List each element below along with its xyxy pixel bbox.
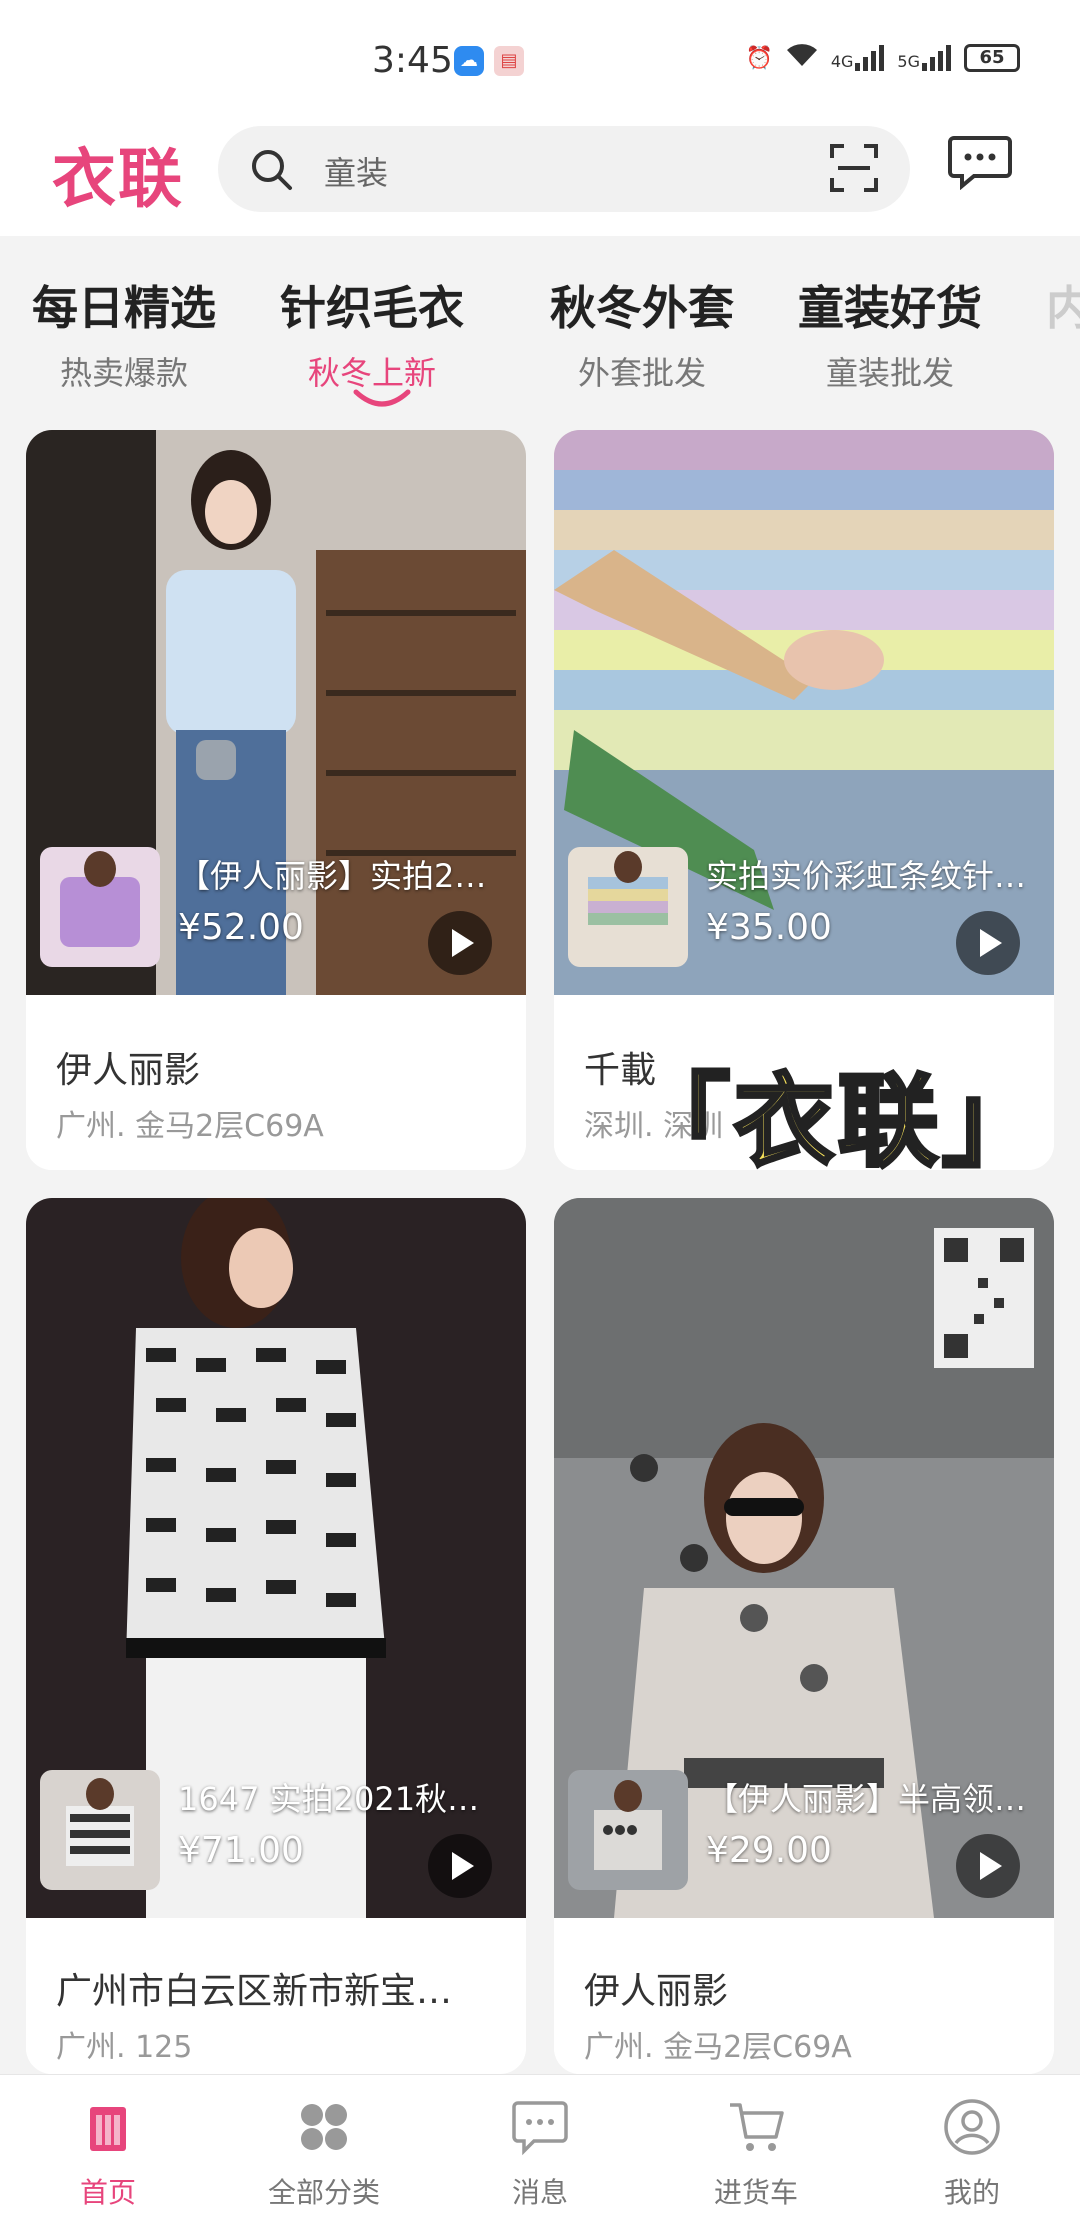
product-price: ¥29.00 <box>706 1830 832 1871</box>
product-thumbnail <box>40 1770 160 1890</box>
category-tabs: 每日精选 热卖爆款 针织毛衣 秋冬上新 秋冬外套 外套批发 童装好货 童装批发 … <box>0 236 1080 426</box>
nav-cart[interactable]: 进货车 <box>666 2097 846 2211</box>
product-card[interactable]: 【伊人丽影】实拍2… ¥52.00 伊人丽影 广州. 金马2层C69A <box>26 430 526 1170</box>
weather-app-icon: ☁ <box>454 46 484 76</box>
tab-title: 童装好货 <box>798 281 982 335</box>
product-card[interactable]: 1647 实拍2021秋针… ¥71.00 广州市白云区新市新宝… 广州. 12… <box>26 1198 526 2074</box>
play-button[interactable] <box>428 1834 492 1898</box>
message-icon[interactable] <box>948 134 1012 190</box>
product-price: ¥71.00 <box>178 1830 304 1871</box>
tab-title: 内 <box>1046 281 1080 335</box>
brand-watermark: 「衣联」 <box>628 1061 1046 1182</box>
message-icon <box>512 2101 568 2156</box>
nav-categories[interactable]: 全部分类 <box>234 2097 414 2211</box>
shop-name: 伊人丽影 <box>584 1971 729 2012</box>
nav-label: 消息 <box>511 2176 568 2209</box>
product-title: 1647 实拍2021秋针… <box>178 1780 498 1818</box>
play-button[interactable] <box>956 911 1020 975</box>
search-placeholder: 童装 <box>324 154 389 192</box>
bottom-navigation: 首页 全部分类 消息 进货车 我的 <box>0 2074 1080 2228</box>
tab-winter-coats[interactable]: 秋冬外套 外套批发 <box>550 272 734 394</box>
nav-messages[interactable]: 消息 <box>450 2097 630 2211</box>
status-indicators: ⏰ 4G 5G 65 <box>745 42 1020 74</box>
status-time: 3:45 <box>372 40 453 81</box>
app-header: 衣联 童装 <box>0 110 1080 236</box>
network-label-1: 4G <box>830 52 854 71</box>
play-icon <box>980 929 1002 957</box>
shop-location: 广州. 125 <box>56 2030 193 2065</box>
nav-profile[interactable]: 我的 <box>882 2097 1062 2211</box>
category-icon <box>301 2104 347 2150</box>
tab-knitwear[interactable]: 针织毛衣 秋冬上新 <box>280 272 464 394</box>
play-button[interactable] <box>956 1834 1020 1898</box>
play-icon <box>452 1852 474 1880</box>
play-icon <box>980 1852 1002 1880</box>
app-screen: 3:45 ☁ ▤ ⏰ 4G 5G 65 衣联 童装 每日精选 热卖爆款 针织毛衣… <box>0 0 1080 2228</box>
tab-daily-picks[interactable]: 每日精选 热卖爆款 <box>32 272 216 394</box>
shop-location: 广州. 金马2层C69A <box>56 1109 324 1144</box>
tab-title: 每日精选 <box>32 281 216 335</box>
profile-icon <box>944 2099 1000 2155</box>
tab-subtitle: 外套批发 <box>577 354 706 392</box>
nav-label: 我的 <box>943 2176 1000 2209</box>
tab-subtitle: 热卖爆款 <box>59 354 188 392</box>
product-overlay: 实拍实价彩虹条纹针… ¥35.00 <box>568 847 1040 977</box>
app-logo: 衣联 <box>52 143 184 217</box>
shop-name: 广州市白云区新市新宝… <box>56 1971 453 2012</box>
tab-partial[interactable]: 内 <box>1046 272 1080 338</box>
wifi-icon <box>785 42 819 74</box>
shop-info: 广州市白云区新市新宝… 广州. 125 <box>26 1918 526 2074</box>
active-tab-indicator <box>353 389 411 407</box>
tab-subtitle: 童装批发 <box>825 354 954 392</box>
product-price: ¥35.00 <box>706 907 832 948</box>
product-overlay: 1647 实拍2021秋针… ¥71.00 <box>40 1770 512 1900</box>
shop-info: 伊人丽影 广州. 金马2层C69A <box>554 1918 1054 2074</box>
tab-title: 针织毛衣 <box>280 281 464 335</box>
shop-info: 伊人丽影 广州. 金马2层C69A <box>26 995 526 1170</box>
nav-label: 全部分类 <box>267 2176 380 2209</box>
scan-icon[interactable] <box>828 142 880 194</box>
tab-title: 秋冬外套 <box>550 281 734 335</box>
calendar-app-icon: ▤ <box>494 46 524 76</box>
search-icon <box>252 150 292 190</box>
product-title: 【伊人丽影】实拍2… <box>178 857 487 895</box>
tab-kids-wear[interactable]: 童装好货 童装批发 <box>798 272 982 394</box>
product-card[interactable]: 【伊人丽影】半高领… ¥29.00 伊人丽影 广州. 金马2层C69A <box>554 1198 1054 2074</box>
shop-name: 伊人丽影 <box>56 1050 201 1091</box>
product-title: 实拍实价彩虹条纹针… <box>706 857 1026 895</box>
alarm-icon: ⏰ <box>745 45 773 71</box>
product-overlay: 【伊人丽影】半高领… ¥29.00 <box>568 1770 1040 1900</box>
shop-location: 广州. 金马2层C69A <box>584 2030 852 2065</box>
play-icon <box>452 929 474 957</box>
product-price: ¥52.00 <box>178 907 304 948</box>
nav-label: 进货车 <box>713 2176 798 2209</box>
nav-label: 首页 <box>79 2176 136 2209</box>
search-bar[interactable]: 童装 <box>218 126 910 212</box>
cart-icon <box>730 2103 784 2151</box>
product-title: 【伊人丽影】半高领… <box>706 1780 1026 1818</box>
product-thumbnail <box>568 1770 688 1890</box>
status-bar: 3:45 ☁ ▤ ⏰ 4G 5G 65 <box>0 0 1080 110</box>
nav-home[interactable]: 首页 <box>18 2097 198 2211</box>
battery-indicator: 65 <box>964 44 1020 72</box>
home-icon <box>90 2107 126 2151</box>
play-button[interactable] <box>428 911 492 975</box>
signal-5g-icon: 5G <box>897 45 952 71</box>
signal-4g-icon: 4G <box>831 45 886 71</box>
product-thumbnail <box>568 847 688 967</box>
network-label-2: 5G <box>897 52 920 71</box>
product-overlay: 【伊人丽影】实拍2… ¥52.00 <box>40 847 512 977</box>
product-thumbnail <box>40 847 160 967</box>
